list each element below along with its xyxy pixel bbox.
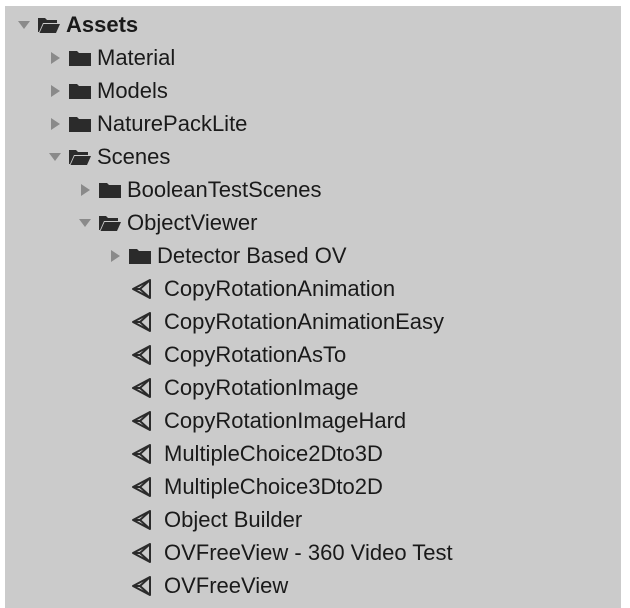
unity-scene-icon	[130, 376, 154, 400]
triangle-right-icon[interactable]	[48, 117, 62, 131]
unity-scene-icon	[130, 541, 154, 565]
scene-item-copyrotationanimationeasy[interactable]: CopyRotationAnimationEasy	[5, 305, 621, 338]
scene-item-multiplechoice2dto3d[interactable]: MultipleChoice2Dto3D	[5, 437, 621, 470]
scene-item-copyrotationasto[interactable]: CopyRotationAsTo	[5, 338, 621, 371]
folder-icon	[98, 180, 122, 200]
folder-open-icon	[98, 213, 122, 233]
tree-item-label: ObjectViewer	[127, 209, 258, 235]
tree-item-scenes[interactable]: Scenes	[5, 140, 621, 173]
unity-scene-icon	[130, 409, 154, 433]
folder-icon	[68, 48, 92, 68]
tree-item-objectviewer[interactable]: ObjectViewer	[5, 206, 621, 239]
folder-icon	[68, 114, 92, 134]
folder-open-icon	[37, 15, 61, 35]
scene-item-ovfreeview-360-video-test[interactable]: OVFreeView - 360 Video Test	[5, 536, 621, 569]
unity-scene-icon	[130, 310, 154, 334]
tree-item-label: Object Builder	[164, 506, 303, 532]
tree-item-detector-based-ov[interactable]: Detector Based OV	[5, 239, 621, 272]
scene-item-multiplechoice3dto2d[interactable]: MultipleChoice3Dto2D	[5, 470, 621, 503]
scene-item-copyrotationimagehard[interactable]: CopyRotationImageHard	[5, 404, 621, 437]
unity-scene-icon	[130, 508, 154, 532]
tree-item-label: BooleanTestScenes	[127, 176, 322, 202]
triangle-down-icon[interactable]	[17, 18, 31, 32]
tree-item-label: MultipleChoice3Dto2D	[164, 473, 383, 499]
unity-scene-icon	[130, 442, 154, 466]
triangle-right-icon[interactable]	[48, 84, 62, 98]
folder-open-icon	[68, 147, 92, 167]
tree-item-label: Models	[97, 77, 168, 103]
tree-item-label: Material	[97, 44, 176, 70]
triangle-right-icon[interactable]	[108, 249, 122, 263]
tree-item-naturepacklite[interactable]: NaturePackLite	[5, 107, 621, 140]
unity-scene-icon	[130, 574, 154, 598]
triangle-right-icon[interactable]	[48, 51, 62, 65]
unity-scene-icon	[130, 277, 154, 301]
tree-item-assets[interactable]: Assets	[5, 8, 621, 41]
scene-item-object-builder[interactable]: Object Builder	[5, 503, 621, 536]
tree-item-label: CopyRotationAnimation	[164, 275, 396, 301]
triangle-down-icon[interactable]	[78, 216, 92, 230]
tree-item-label: Detector Based OV	[157, 242, 347, 268]
tree-item-models[interactable]: Models	[5, 74, 621, 107]
project-panel: Assets Material Models NaturePackLite Sc…	[5, 6, 621, 608]
tree-item-label: OVFreeView	[164, 572, 289, 598]
triangle-down-icon[interactable]	[48, 150, 62, 164]
triangle-right-icon[interactable]	[78, 183, 92, 197]
tree-item-label: CopyRotationImageHard	[164, 407, 407, 433]
tree-item-label: OVFreeView - 360 Video Test	[164, 539, 453, 565]
tree-item-label: CopyRotationAsTo	[164, 341, 347, 367]
unity-scene-icon	[130, 475, 154, 499]
tree-item-label: MultipleChoice2Dto3D	[164, 440, 383, 466]
folder-icon	[68, 81, 92, 101]
unity-scene-icon	[130, 343, 154, 367]
tree-item-label: Assets	[66, 11, 139, 37]
asset-tree: Assets Material Models NaturePackLite Sc…	[5, 8, 621, 602]
tree-item-booleantestscenes[interactable]: BooleanTestScenes	[5, 173, 621, 206]
tree-item-label: Scenes	[97, 143, 171, 169]
folder-icon	[128, 246, 152, 266]
scene-item-copyrotationanimation[interactable]: CopyRotationAnimation	[5, 272, 621, 305]
tree-item-material[interactable]: Material	[5, 41, 621, 74]
tree-item-label: NaturePackLite	[97, 110, 248, 136]
tree-item-label: CopyRotationImage	[164, 374, 359, 400]
tree-item-label: CopyRotationAnimationEasy	[164, 308, 445, 334]
scene-item-copyrotationimage[interactable]: CopyRotationImage	[5, 371, 621, 404]
scene-item-ovfreeview[interactable]: OVFreeView	[5, 569, 621, 602]
